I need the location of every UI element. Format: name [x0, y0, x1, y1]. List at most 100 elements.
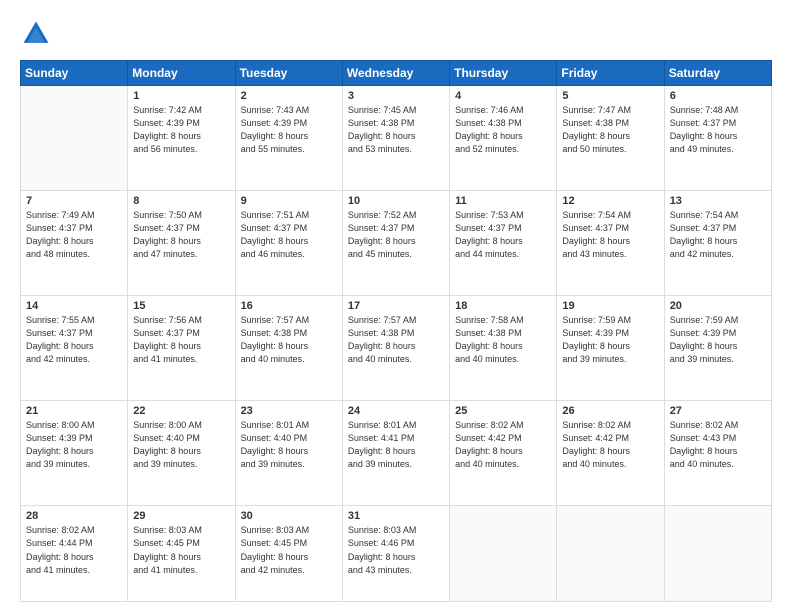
day-number: 14: [26, 300, 122, 312]
day-info: Sunrise: 8:02 AM Sunset: 4:44 PM Dayligh…: [26, 524, 122, 576]
calendar-cell: 17 Sunrise: 7:57 AM Sunset: 4:38 PM Dayli…: [342, 296, 449, 401]
day-info: Sunrise: 7:48 AM Sunset: 4:37 PM Dayligh…: [670, 104, 766, 156]
day-info: Sunrise: 8:01 AM Sunset: 4:41 PM Dayligh…: [348, 419, 444, 471]
calendar-header-row: SundayMondayTuesdayWednesdayThursdayFrid…: [21, 61, 772, 86]
day-number: 1: [133, 90, 229, 102]
calendar-cell: 14 Sunrise: 7:55 AM Sunset: 4:37 PM Dayli…: [21, 296, 128, 401]
day-number: 2: [241, 90, 337, 102]
day-info: Sunrise: 7:55 AM Sunset: 4:37 PM Dayligh…: [26, 314, 122, 366]
calendar-cell: 12 Sunrise: 7:54 AM Sunset: 4:37 PM Dayli…: [557, 191, 664, 296]
day-info: Sunrise: 7:52 AM Sunset: 4:37 PM Dayligh…: [348, 209, 444, 261]
day-info: Sunrise: 7:57 AM Sunset: 4:38 PM Dayligh…: [348, 314, 444, 366]
day-info: Sunrise: 7:46 AM Sunset: 4:38 PM Dayligh…: [455, 104, 551, 156]
calendar-week-3: 14 Sunrise: 7:55 AM Sunset: 4:37 PM Dayli…: [21, 296, 772, 401]
day-number: 16: [241, 300, 337, 312]
day-number: 25: [455, 405, 551, 417]
calendar-cell: 21 Sunrise: 8:00 AM Sunset: 4:39 PM Dayli…: [21, 401, 128, 506]
day-info: Sunrise: 7:47 AM Sunset: 4:38 PM Dayligh…: [562, 104, 658, 156]
day-number: 4: [455, 90, 551, 102]
day-number: 24: [348, 405, 444, 417]
calendar-cell: 27Sunrise: 8:02 AM Sunset: 4:43 PM Dayli…: [664, 401, 771, 506]
day-number: 15: [133, 300, 229, 312]
calendar-cell: [664, 506, 771, 602]
day-info: Sunrise: 8:01 AM Sunset: 4:40 PM Dayligh…: [241, 419, 337, 471]
day-info: Sunrise: 7:50 AM Sunset: 4:37 PM Dayligh…: [133, 209, 229, 261]
day-number: 30: [241, 510, 337, 522]
column-header-thursday: Thursday: [450, 61, 557, 86]
calendar-cell: 8 Sunrise: 7:50 AM Sunset: 4:37 PM Daylig…: [128, 191, 235, 296]
day-info: Sunrise: 7:43 AM Sunset: 4:39 PM Dayligh…: [241, 104, 337, 156]
calendar-cell: 5Sunrise: 7:47 AM Sunset: 4:38 PM Daylig…: [557, 86, 664, 191]
day-number: 9: [241, 195, 337, 207]
day-info: Sunrise: 7:57 AM Sunset: 4:38 PM Dayligh…: [241, 314, 337, 366]
day-info: Sunrise: 7:53 AM Sunset: 4:37 PM Dayligh…: [455, 209, 551, 261]
day-info: Sunrise: 7:51 AM Sunset: 4:37 PM Dayligh…: [241, 209, 337, 261]
logo: [20, 18, 56, 50]
calendar-week-2: 7 Sunrise: 7:49 AM Sunset: 4:37 PM Daylig…: [21, 191, 772, 296]
day-number: 23: [241, 405, 337, 417]
calendar-cell: 15Sunrise: 7:56 AM Sunset: 4:37 PM Dayli…: [128, 296, 235, 401]
calendar-cell: 19 Sunrise: 7:59 AM Sunset: 4:39 PM Dayli…: [557, 296, 664, 401]
calendar-cell: 1 Sunrise: 7:42 AM Sunset: 4:39 PM Daylig…: [128, 86, 235, 191]
day-info: Sunrise: 8:02 AM Sunset: 4:42 PM Dayligh…: [562, 419, 658, 471]
day-number: 8: [133, 195, 229, 207]
calendar-cell: 4 Sunrise: 7:46 AM Sunset: 4:38 PM Daylig…: [450, 86, 557, 191]
logo-icon: [20, 18, 52, 50]
calendar-cell: 16 Sunrise: 7:57 AM Sunset: 4:38 PM Dayli…: [235, 296, 342, 401]
day-info: Sunrise: 7:58 AM Sunset: 4:38 PM Dayligh…: [455, 314, 551, 366]
day-info: Sunrise: 7:42 AM Sunset: 4:39 PM Dayligh…: [133, 104, 229, 156]
calendar-cell: 25Sunrise: 8:02 AM Sunset: 4:42 PM Dayli…: [450, 401, 557, 506]
day-number: 6: [670, 90, 766, 102]
column-header-friday: Friday: [557, 61, 664, 86]
column-header-sunday: Sunday: [21, 61, 128, 86]
calendar-cell: 29 Sunrise: 8:03 AM Sunset: 4:45 PM Dayli…: [128, 506, 235, 602]
day-number: 12: [562, 195, 658, 207]
day-number: 31: [348, 510, 444, 522]
calendar-cell: [557, 506, 664, 602]
day-number: 21: [26, 405, 122, 417]
calendar-cell: 20Sunrise: 7:59 AM Sunset: 4:39 PM Dayli…: [664, 296, 771, 401]
day-number: 3: [348, 90, 444, 102]
column-header-monday: Monday: [128, 61, 235, 86]
day-number: 7: [26, 195, 122, 207]
column-header-tuesday: Tuesday: [235, 61, 342, 86]
day-number: 29: [133, 510, 229, 522]
day-number: 17: [348, 300, 444, 312]
day-info: Sunrise: 7:45 AM Sunset: 4:38 PM Dayligh…: [348, 104, 444, 156]
day-number: 18: [455, 300, 551, 312]
day-info: Sunrise: 8:03 AM Sunset: 4:45 PM Dayligh…: [241, 524, 337, 576]
day-number: 13: [670, 195, 766, 207]
calendar-week-1: 1 Sunrise: 7:42 AM Sunset: 4:39 PM Daylig…: [21, 86, 772, 191]
day-number: 10: [348, 195, 444, 207]
column-header-saturday: Saturday: [664, 61, 771, 86]
calendar-cell: [21, 86, 128, 191]
day-number: 26: [562, 405, 658, 417]
calendar-cell: 22Sunrise: 8:00 AM Sunset: 4:40 PM Dayli…: [128, 401, 235, 506]
calendar-cell: 26 Sunrise: 8:02 AM Sunset: 4:42 PM Dayli…: [557, 401, 664, 506]
day-info: Sunrise: 8:03 AM Sunset: 4:46 PM Dayligh…: [348, 524, 444, 576]
calendar-cell: 3 Sunrise: 7:45 AM Sunset: 4:38 PM Daylig…: [342, 86, 449, 191]
calendar-cell: 11 Sunrise: 7:53 AM Sunset: 4:37 PM Dayli…: [450, 191, 557, 296]
calendar-cell: 23 Sunrise: 8:01 AM Sunset: 4:40 PM Dayli…: [235, 401, 342, 506]
day-info: Sunrise: 7:49 AM Sunset: 4:37 PM Dayligh…: [26, 209, 122, 261]
day-info: Sunrise: 7:59 AM Sunset: 4:39 PM Dayligh…: [562, 314, 658, 366]
day-number: 20: [670, 300, 766, 312]
calendar-cell: 2 Sunrise: 7:43 AM Sunset: 4:39 PM Daylig…: [235, 86, 342, 191]
day-number: 22: [133, 405, 229, 417]
calendar-week-4: 21 Sunrise: 8:00 AM Sunset: 4:39 PM Dayli…: [21, 401, 772, 506]
day-number: 11: [455, 195, 551, 207]
header: [20, 18, 772, 50]
calendar-cell: 31 Sunrise: 8:03 AM Sunset: 4:46 PM Dayli…: [342, 506, 449, 602]
calendar-week-5: 28Sunrise: 8:02 AM Sunset: 4:44 PM Dayli…: [21, 506, 772, 602]
calendar-cell: [450, 506, 557, 602]
day-info: Sunrise: 7:54 AM Sunset: 4:37 PM Dayligh…: [562, 209, 658, 261]
day-info: Sunrise: 8:03 AM Sunset: 4:45 PM Dayligh…: [133, 524, 229, 576]
day-number: 27: [670, 405, 766, 417]
day-number: 19: [562, 300, 658, 312]
calendar-cell: 30 Sunrise: 8:03 AM Sunset: 4:45 PM Dayli…: [235, 506, 342, 602]
calendar-cell: 9 Sunrise: 7:51 AM Sunset: 4:37 PM Daylig…: [235, 191, 342, 296]
day-info: Sunrise: 8:00 AM Sunset: 4:39 PM Dayligh…: [26, 419, 122, 471]
calendar-cell: 10 Sunrise: 7:52 AM Sunset: 4:37 PM Dayli…: [342, 191, 449, 296]
calendar-cell: 24 Sunrise: 8:01 AM Sunset: 4:41 PM Dayli…: [342, 401, 449, 506]
page: SundayMondayTuesdayWednesdayThursdayFrid…: [0, 0, 792, 612]
